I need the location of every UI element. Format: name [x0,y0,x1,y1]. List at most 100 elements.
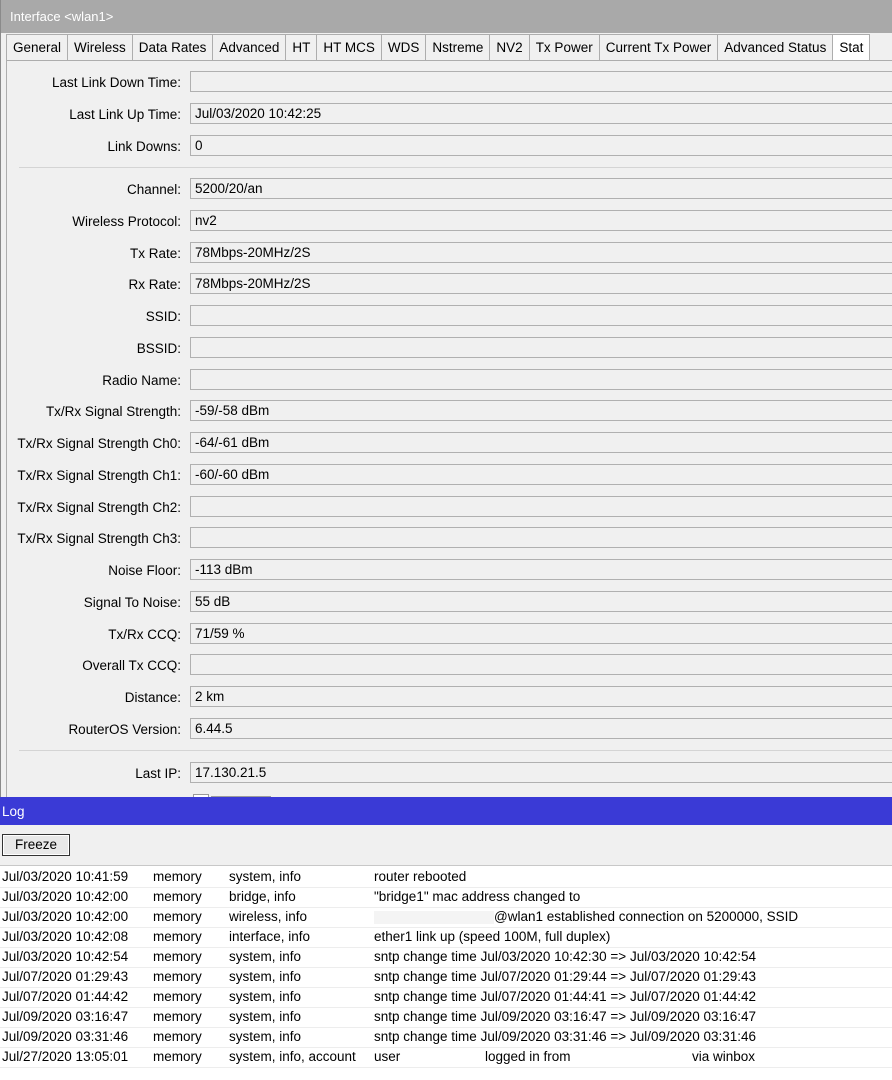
field-value: 17.130.21.5 [190,762,892,783]
field-routeros-version: RouterOS Version: 6.44.5 [7,718,892,742]
log-message: sntp change time Jul/07/2020 01:29:44 =>… [374,969,757,984]
field-label: Last IP: [135,766,181,781]
log-buffer: memory [153,1049,202,1064]
field-label: Tx/Rx Signal Strength Ch2: [17,500,181,515]
log-message: sntp change time Jul/09/2020 03:31:46 =>… [374,1029,757,1044]
log-window: Log Freeze Jul/03/2020 10:41:59 memory sys… [0,797,892,1080]
field-label: SSID: [145,309,181,324]
field-value [190,71,892,92]
field-value: 78Mbps-20MHz/2S [190,242,892,263]
log-time: Jul/09/2020 03:16:47 [2,1009,129,1024]
tab-nv2[interactable]: NV2 [489,34,530,60]
field-distance: Distance: 2 km [7,686,892,710]
log-row[interactable]: Jul/27/2020 13:05:01 memory system, info, … [0,1048,892,1068]
interface-window: Interface <wlan1> General Wireless Data … [0,0,892,797]
log-row[interactable]: Jul/09/2020 03:16:47 memory system, info sn… [0,1008,892,1028]
log-message: ether1 link up (speed 100M, full duplex) [374,929,611,944]
freeze-button[interactable]: Freeze [2,834,70,856]
log-buffer: memory [153,1029,202,1044]
log-time: Jul/03/2020 10:42:54 [2,949,129,964]
field-value: -60/-60 dBm [190,464,892,485]
field-tx-rate: Tx Rate: 78Mbps-20MHz/2S [7,242,892,266]
log-row[interactable]: Jul/03/2020 10:42:00 memory wireless, info… [0,908,892,928]
separator [19,750,892,751]
field-label: RouterOS Version: [68,722,181,737]
tab-wireless[interactable]: Wireless [67,34,133,60]
field-label: Tx/Rx CCQ: [108,627,181,642]
field-radio-name: Radio Name: [7,369,892,393]
field-value [190,527,892,548]
log-message: @wlan1 established connection on 5200000… [494,909,799,924]
log-buffer: memory [153,929,202,944]
field-label: Rx Rate: [128,277,181,292]
field-value: 78Mbps-20MHz/2S [190,273,892,294]
log-topics: system, info [229,1029,302,1044]
log-row[interactable]: Jul/07/2020 01:44:42 memory system, info sn… [0,988,892,1008]
log-buffer: memory [153,949,202,964]
tab-advanced[interactable]: Advanced [212,34,287,60]
tab-ht-mcs[interactable]: HT MCS [316,34,382,60]
log-message-via: via winbox [692,1049,756,1064]
status-panel: Last Link Down Time: Last Link Up Time: J… [6,60,892,797]
redacted-block [374,910,494,924]
field-signal-strength: Tx/Rx Signal Strength: -59/-58 dBm [7,400,892,424]
field-signal-strength-ch2: Tx/Rx Signal Strength Ch2: [7,496,892,520]
tab-nstreme[interactable]: Nstreme [425,34,491,60]
log-row[interactable]: Jul/09/2020 03:31:46 memory system, info sn… [0,1028,892,1048]
tab-status[interactable]: Stat [832,34,871,60]
field-value [190,369,892,390]
window-title: Interface <wlan1> [1,0,892,33]
tab-current-tx-power[interactable]: Current Tx Power [598,34,719,60]
field-signal-to-noise: Signal To Noise: 55 dB [7,591,892,615]
log-topics: interface, info [229,929,311,944]
log-row[interactable]: Jul/03/2020 10:41:59 memory system, info ro… [0,868,892,888]
field-value: 5200/20/an [190,178,892,199]
field-signal-strength-ch1: Tx/Rx Signal Strength Ch1: -60/-60 dBm [7,464,892,488]
log-row[interactable]: Jul/03/2020 10:42:08 memory interface, inf… [0,928,892,948]
log-row[interactable]: Jul/07/2020 01:29:43 memory system, info sn… [0,968,892,988]
field-label: Last Link Up Time: [69,107,181,122]
log-title: Log [0,797,892,825]
log-buffer: memory [153,869,202,884]
field-label: Last Link Down Time: [51,75,181,90]
field-label: Signal To Noise: [83,595,181,610]
field-value: 55 dB [190,591,892,612]
field-value [190,337,892,358]
log-buffer: memory [153,909,202,924]
field-signal-strength-ch0: Tx/Rx Signal Strength Ch0: -64/-61 dBm [7,432,892,456]
field-label: Tx/Rx Signal Strength Ch1: [17,468,181,483]
log-time: Jul/27/2020 13:05:01 [2,1049,129,1064]
field-value: 6.44.5 [190,718,892,739]
tab-tx-power[interactable]: Tx Power [528,34,600,60]
field-label: Tx/Rx Signal Strength: [45,404,181,419]
log-topics: wireless, info [229,909,308,924]
tab-ht[interactable]: HT [285,34,318,60]
field-value [190,305,892,326]
log-row[interactable]: Jul/03/2020 10:42:00 memory bridge, info "b… [0,888,892,908]
field-value: -64/-61 dBm [190,432,892,453]
field-value [190,496,892,517]
field-label: Distance: [124,690,181,705]
log-buffer: memory [153,889,202,904]
tab-advanced-status[interactable]: Advanced Status [717,34,834,60]
log-message-user: user [374,1049,401,1064]
field-value: 71/59 % [190,623,892,644]
log-topics: system, info [229,969,302,984]
field-channel: Channel: 5200/20/an [7,178,892,202]
log-message: router rebooted [374,869,467,884]
field-label: BSSID: [136,341,181,356]
tab-wds[interactable]: WDS [380,34,427,60]
log-row[interactable]: Jul/03/2020 10:42:54 memory system, info sn… [0,948,892,968]
field-rx-rate: Rx Rate: 78Mbps-20MHz/2S [7,273,892,297]
log-time: Jul/03/2020 10:42:00 [2,889,129,904]
log-message-login: logged in from [485,1049,571,1064]
log-time: Jul/07/2020 01:29:43 [2,969,129,984]
log-message-redacted [374,908,494,926]
field-label: Link Downs: [107,139,181,154]
field-label: Tx/Rx Signal Strength Ch0: [17,436,181,451]
log-buffer: memory [153,1009,202,1024]
tab-general[interactable]: General [6,34,69,60]
log-message: sntp change time Jul/07/2020 01:44:41 =>… [374,989,757,1004]
tab-data-rates[interactable]: Data Rates [131,34,214,60]
log-toolbar: Freeze [0,825,892,866]
